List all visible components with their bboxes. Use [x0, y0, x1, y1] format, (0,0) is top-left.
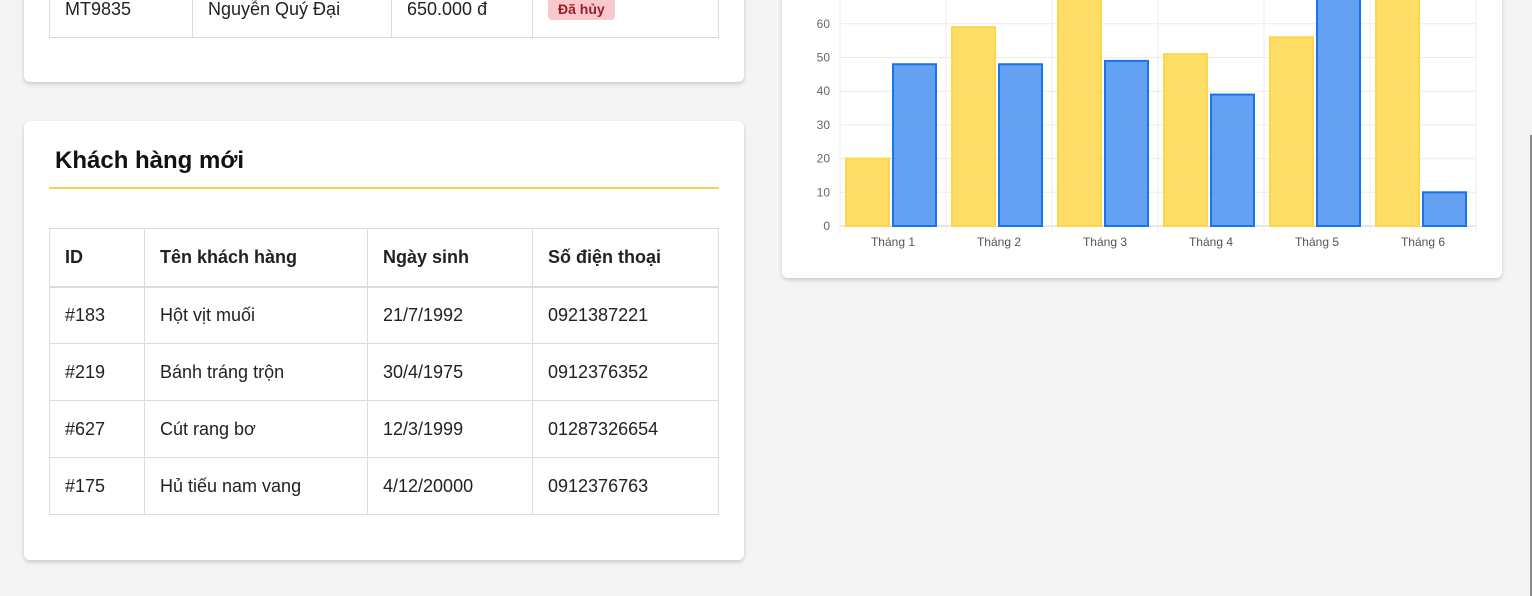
- column-header-id: ID: [49, 228, 145, 288]
- customer-id: #175: [49, 457, 145, 515]
- column-header-birthday: Ngày sinh: [367, 228, 533, 288]
- order-amount: 650.000 đ: [391, 0, 533, 38]
- x-tick-label: Tháng 2: [977, 235, 1021, 249]
- y-tick-label: 20: [817, 152, 831, 166]
- x-tick-label: Tháng 4: [1189, 235, 1233, 249]
- bar: [951, 26, 996, 227]
- bar: [998, 63, 1043, 227]
- bar: [1422, 191, 1467, 228]
- customer-birthday: 21/7/1992: [367, 286, 533, 344]
- table-header-row: ID Tên khách hàng Ngày sinh Số điện thoạ…: [49, 228, 719, 288]
- customers-table: ID Tên khách hàng Ngày sinh Số điện thoạ…: [49, 228, 719, 515]
- title-divider: [49, 187, 719, 189]
- bar: [1057, 0, 1102, 228]
- new-customers-card: Khách hàng mới ID Tên khách hàng Ngày si…: [24, 121, 744, 560]
- bar: [1269, 36, 1314, 227]
- bar: [892, 63, 937, 227]
- bar: [1316, 0, 1361, 228]
- bar: [1104, 59, 1149, 228]
- customer-phone: 0912376352: [532, 343, 719, 401]
- x-tick-label: Tháng 1: [871, 235, 915, 249]
- customer-name: Bánh tráng trộn: [144, 343, 368, 401]
- orders-table: MT9835 Nguyễn Quý Đại 650.000 đ Đã hủy: [49, 0, 719, 38]
- customer-id: #183: [49, 286, 145, 344]
- customer-id: #627: [49, 400, 145, 458]
- y-tick-label: 0: [823, 219, 830, 233]
- table-row[interactable]: #219 Bánh tráng trộn 30/4/1975 091237635…: [49, 343, 719, 401]
- y-tick-label: 50: [817, 51, 831, 65]
- x-tick-label: Tháng 3: [1083, 235, 1127, 249]
- customer-name: Hột vịt muối: [144, 286, 368, 344]
- table-row[interactable]: #183 Hột vịt muối 21/7/1992 0921387221: [49, 286, 719, 344]
- order-customer-name: Nguyễn Quý Đại: [192, 0, 392, 38]
- y-tick-label: 10: [817, 185, 831, 199]
- customer-name: Cút rang bơ: [144, 400, 368, 458]
- monthly-chart-card: 0 10 20 30 40 50 60 Tháng 1 Tháng 2 Tháng 3 Tháng …: [782, 0, 1502, 278]
- bar: [1163, 53, 1208, 227]
- bar: [1375, 0, 1420, 227]
- y-tick-label: 30: [817, 118, 831, 132]
- order-status-cell: Đã hủy: [532, 0, 719, 38]
- bar-chart: 0 10 20 30 40 50 60 Tháng 1 Tháng 2 Tháng 3 Tháng …: [817, 0, 1477, 249]
- customer-phone: 01287326654: [532, 400, 719, 458]
- x-tick-label: Tháng 5: [1295, 235, 1339, 249]
- customer-birthday: 30/4/1975: [367, 343, 533, 401]
- y-tick-label: 40: [817, 84, 831, 98]
- order-id: MT9835: [49, 0, 193, 38]
- customer-name: Hủ tiếu nam vang: [144, 457, 368, 515]
- x-tick-label: Tháng 6: [1401, 235, 1445, 249]
- column-header-name: Tên khách hàng: [144, 228, 368, 288]
- card-title: Khách hàng mới: [55, 147, 245, 174]
- table-row[interactable]: #627 Cút rang bơ 12/3/1999 01287326654: [49, 400, 719, 458]
- y-tick-label: 60: [817, 17, 831, 31]
- column-header-phone: Số điện thoại: [532, 228, 719, 288]
- customer-id: #219: [49, 343, 145, 401]
- table-row[interactable]: MT9835 Nguyễn Quý Đại 650.000 đ Đã hủy: [49, 0, 719, 38]
- bar: [1210, 93, 1255, 227]
- bar: [845, 157, 890, 228]
- customer-phone: 0921387221: [532, 286, 719, 344]
- customer-phone: 0912376763: [532, 457, 719, 515]
- customer-birthday: 4/12/20000: [367, 457, 533, 515]
- status-badge: Đã hủy: [548, 0, 615, 20]
- customer-birthday: 12/3/1999: [367, 400, 533, 458]
- table-row[interactable]: #175 Hủ tiếu nam vang 4/12/20000 0912376…: [49, 457, 719, 515]
- orders-card: MT9835 Nguyễn Quý Đại 650.000 đ Đã hủy: [24, 0, 744, 82]
